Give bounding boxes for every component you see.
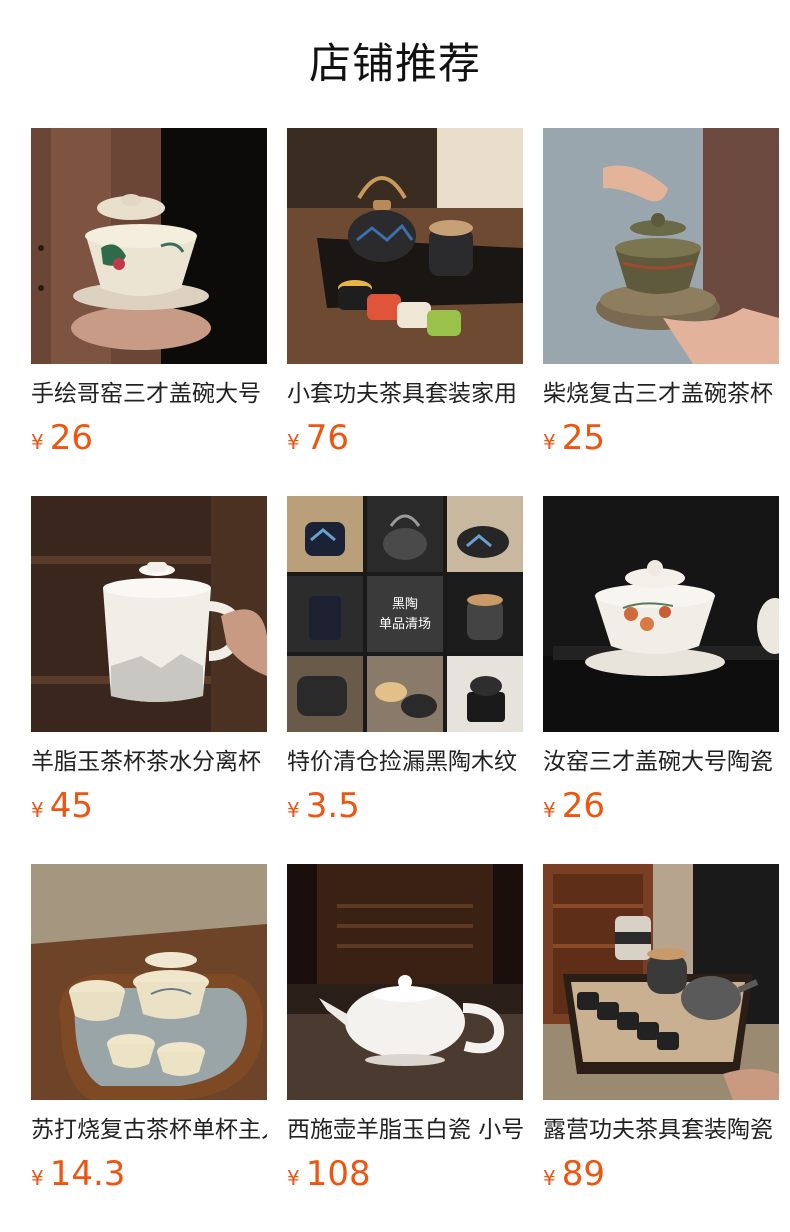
- currency-symbol: ¥: [543, 430, 556, 454]
- product-price: ¥14.3: [31, 1152, 125, 1196]
- product-price: ¥25: [543, 416, 605, 460]
- product-image[interactable]: [31, 128, 267, 364]
- currency-symbol: ¥: [543, 1166, 556, 1190]
- product-name[interactable]: 苏打烧复古茶杯单杯主人杯: [31, 1114, 267, 1146]
- price-value: 26: [49, 418, 93, 458]
- product-image[interactable]: [287, 128, 523, 364]
- product-card[interactable]: 西施壶羊脂玉白瓷 小号 ¥108: [287, 864, 523, 1232]
- product-name[interactable]: 汝窑三才盖碗大号陶瓷: [543, 746, 779, 778]
- product-price: ¥108: [287, 1152, 371, 1196]
- product-image[interactable]: [287, 864, 523, 1100]
- product-card[interactable]: 汝窑三才盖碗大号陶瓷 ¥26: [543, 496, 779, 864]
- price-value: 76: [305, 418, 349, 458]
- price-value: 26: [561, 786, 605, 826]
- product-image[interactable]: 黑陶 单品清场: [287, 496, 523, 732]
- price-value: 14.3: [49, 1154, 126, 1194]
- currency-symbol: ¥: [31, 798, 44, 822]
- product-name[interactable]: 小套功夫茶具套装家用: [287, 378, 523, 410]
- product-card[interactable]: 羊脂玉茶杯茶水分离杯 ¥45: [31, 496, 267, 864]
- product-price: ¥26: [31, 416, 93, 460]
- product-price: ¥76: [287, 416, 349, 460]
- product-image[interactable]: [31, 496, 267, 732]
- product-card[interactable]: 手绘哥窑三才盖碗大号 ¥26: [31, 128, 267, 496]
- product-image[interactable]: [543, 864, 779, 1100]
- currency-symbol: ¥: [543, 798, 556, 822]
- currency-symbol: ¥: [31, 1166, 44, 1190]
- product-name[interactable]: 柴烧复古三才盖碗茶杯: [543, 378, 779, 410]
- product-card[interactable]: 苏打烧复古茶杯单杯主人杯 ¥14.3: [31, 864, 267, 1232]
- product-name[interactable]: 手绘哥窑三才盖碗大号: [31, 378, 267, 410]
- product-name[interactable]: 特价清仓捡漏黑陶木纹: [287, 746, 523, 778]
- collage-label-line2: 单品清场: [379, 616, 431, 631]
- product-name[interactable]: 羊脂玉茶杯茶水分离杯: [31, 746, 267, 778]
- price-value: 25: [561, 418, 605, 458]
- price-value: 3.5: [305, 786, 360, 826]
- currency-symbol: ¥: [287, 1166, 300, 1190]
- product-image[interactable]: [543, 128, 779, 364]
- price-value: 108: [305, 1154, 371, 1194]
- section-title: 店铺推荐: [308, 39, 481, 88]
- product-name[interactable]: 西施壶羊脂玉白瓷 小号: [287, 1114, 523, 1146]
- product-price: ¥26: [543, 784, 605, 828]
- collage-label-line1: 黑陶: [392, 596, 418, 611]
- currency-symbol: ¥: [287, 798, 300, 822]
- price-value: 45: [49, 786, 93, 826]
- product-card[interactable]: 小套功夫茶具套装家用 ¥76: [287, 128, 523, 496]
- currency-symbol: ¥: [31, 430, 44, 454]
- product-image[interactable]: [543, 496, 779, 732]
- currency-symbol: ¥: [287, 430, 300, 454]
- product-grid: 手绘哥窑三才盖碗大号 ¥26 小套功夫茶具套装家用 ¥ 76 柴烧复古三才盖碗茶…: [31, 128, 779, 1232]
- product-price: ¥89: [543, 1152, 605, 1196]
- product-card[interactable]: 柴烧复古三才盖碗茶杯 ¥25: [543, 128, 779, 496]
- product-price: ¥3.5: [287, 784, 360, 828]
- product-image[interactable]: [31, 864, 267, 1100]
- product-price: ¥45: [31, 784, 93, 828]
- product-card[interactable]: 露营功夫茶具套装陶瓷 ¥89: [543, 864, 779, 1232]
- product-card[interactable]: 黑陶 单品清场 特价清仓捡漏黑陶木纹 ¥3.5: [287, 496, 523, 864]
- price-value: 89: [561, 1154, 605, 1194]
- product-name[interactable]: 露营功夫茶具套装陶瓷: [543, 1114, 779, 1146]
